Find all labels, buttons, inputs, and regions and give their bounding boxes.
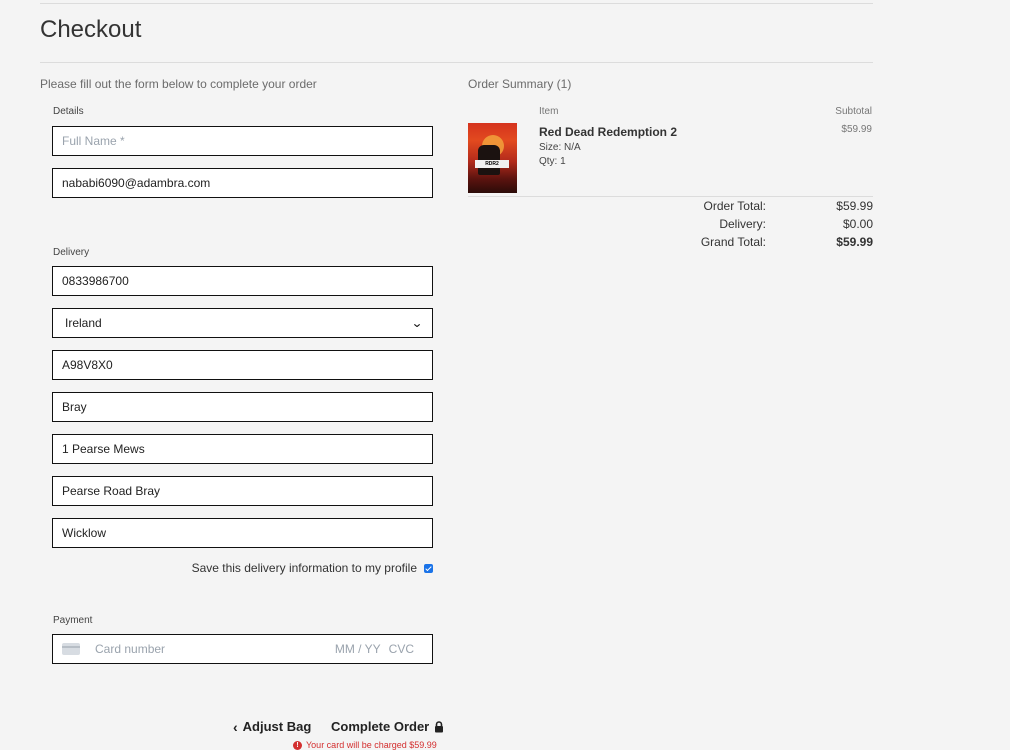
save-info-label: Save this delivery information to my pro…: [191, 561, 417, 575]
summary-divider: [468, 196, 873, 197]
email-input[interactable]: [52, 168, 433, 198]
form-intro: Please fill out the form below to comple…: [40, 77, 317, 91]
product-qty: Qty: 1: [539, 156, 566, 167]
lock-icon: [435, 720, 444, 732]
payment-label: Payment: [53, 615, 93, 626]
chevron-left-icon: ‹: [233, 718, 238, 735]
expiry-placeholder: MM / YY: [334, 642, 381, 656]
product-name: Red Dead Redemption 2: [539, 125, 678, 139]
top-divider: [40, 3, 873, 4]
delivery-cost-label: Delivery:: [719, 217, 766, 231]
full-name-input[interactable]: [52, 126, 433, 156]
chevron-down-icon: ⌄: [410, 316, 424, 330]
street-address1-input[interactable]: [52, 434, 433, 464]
credit-card-icon: [62, 643, 80, 655]
county-input[interactable]: [52, 518, 433, 548]
complete-order-label: Complete Order: [331, 719, 430, 734]
card-element[interactable]: Card number MM / YY CVC: [52, 634, 433, 664]
country-value: Ireland: [65, 316, 102, 330]
complete-order-button[interactable]: Complete Order: [331, 719, 444, 734]
charge-warning: ! Your card will be charged $59.99: [293, 740, 437, 750]
delivery-cost-value: $0.00: [842, 217, 873, 231]
product-size: Size: N/A: [539, 142, 581, 153]
grand-total-value: $59.99: [836, 235, 873, 249]
product-subtotal: $59.99: [841, 124, 872, 135]
save-info-checkbox[interactable]: [424, 563, 433, 573]
save-info-row: Save this delivery information to my pro…: [192, 561, 433, 575]
order-total-value: $59.99: [836, 199, 873, 213]
postcode-input[interactable]: [52, 350, 433, 380]
grand-total-label: Grand Total:: [700, 235, 766, 249]
adjust-bag-button[interactable]: ‹ Adjust Bag: [233, 719, 311, 734]
cvc-placeholder: CVC: [388, 642, 414, 656]
page-title: Checkout: [40, 16, 142, 43]
country-select[interactable]: Ireland ⌄: [52, 308, 433, 338]
subtotal-column-header: Subtotal: [835, 106, 872, 117]
town-input[interactable]: [52, 392, 433, 422]
delivery-label: Delivery: [53, 247, 90, 258]
charge-warning-text: Your card will be charged $59.99: [306, 740, 437, 750]
item-column-header: Item: [539, 106, 559, 117]
alert-icon: !: [293, 740, 302, 750]
street-address2-input[interactable]: [52, 476, 433, 506]
phone-input[interactable]: [52, 266, 433, 296]
adjust-bag-label: Adjust Bag: [242, 719, 312, 734]
order-total-label: Order Total:: [703, 199, 766, 213]
card-number-placeholder: Card number: [95, 642, 166, 656]
title-divider: [40, 62, 873, 63]
order-summary-title: Order Summary (1): [468, 77, 572, 91]
product-image: RDR2: [468, 123, 517, 193]
details-label: Details: [53, 106, 84, 117]
